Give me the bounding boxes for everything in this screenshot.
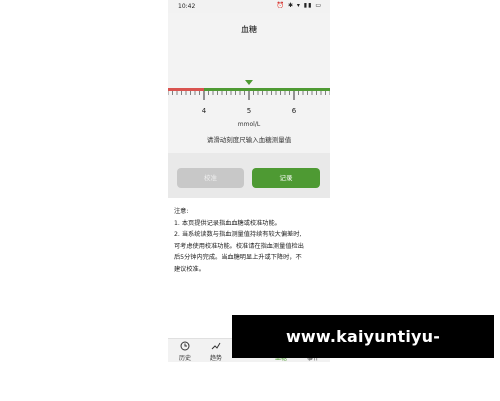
notes-line: 建议校准。 bbox=[174, 265, 205, 273]
ruler-pointer-icon bbox=[245, 80, 253, 85]
ruler-tick-label: 4 bbox=[202, 107, 207, 115]
clock-icon bbox=[180, 341, 190, 351]
nav-trend[interactable]: 趋势 bbox=[201, 341, 231, 362]
notes-line: 注意: bbox=[174, 208, 189, 215]
notes-line: 后5分钟内完成。当血糖明显上升或下降时，不 bbox=[174, 254, 302, 262]
ruler-ticks bbox=[168, 91, 330, 100]
nav-history[interactable]: 历史 bbox=[170, 341, 200, 362]
unit-label: mmol/L bbox=[237, 121, 261, 128]
chart-icon bbox=[211, 342, 221, 350]
glucose-ruler[interactable]: 4 5 6 bbox=[168, 72, 330, 117]
nav-label: 趋势 bbox=[209, 355, 222, 362]
phone-screen: 10:42 ⏰ ✱ ▾ ▮▮ ▭ 血糖 4 5 6 mmol/L 请滑动刻度尺输… bbox=[168, 0, 330, 362]
calibrate-button[interactable]: 校准 bbox=[177, 168, 244, 188]
notes-line: 1. 本页提供记录指血血糖或校准功能。 bbox=[174, 219, 281, 227]
ruler-normal-range bbox=[204, 88, 330, 91]
status-time: 10:42 bbox=[178, 3, 196, 10]
page-title: 血糖 bbox=[241, 25, 257, 34]
record-button[interactable]: 记录 bbox=[252, 168, 320, 188]
status-icons: ⏰ ✱ ▾ ▮▮ ▭ bbox=[276, 2, 322, 9]
ruler-tick-label: 6 bbox=[292, 107, 297, 115]
notes: 注意: 1. 本页提供记录指血血糖或校准功能。 2. 当系统读数与指血测量值持续… bbox=[174, 206, 326, 276]
ruler-low-range bbox=[168, 88, 204, 91]
hint-text: 请滑动刻度尺输入血糖测量值 bbox=[206, 136, 292, 144]
watermark-banner: www.kaiyuntiyu-betting.com bbox=[232, 315, 494, 389]
nav-label: 历史 bbox=[178, 355, 191, 362]
status-bar: 10:42 ⏰ ✱ ▾ ▮▮ ▭ bbox=[168, 0, 330, 13]
notes-line: 2. 当系统读数与指血测量值持续有较大偏差时, bbox=[174, 231, 302, 239]
ruler-tick-label: 5 bbox=[247, 107, 251, 115]
notes-line: 可考虑使用校准功能。校准请在指血测量值检出 bbox=[174, 242, 304, 250]
